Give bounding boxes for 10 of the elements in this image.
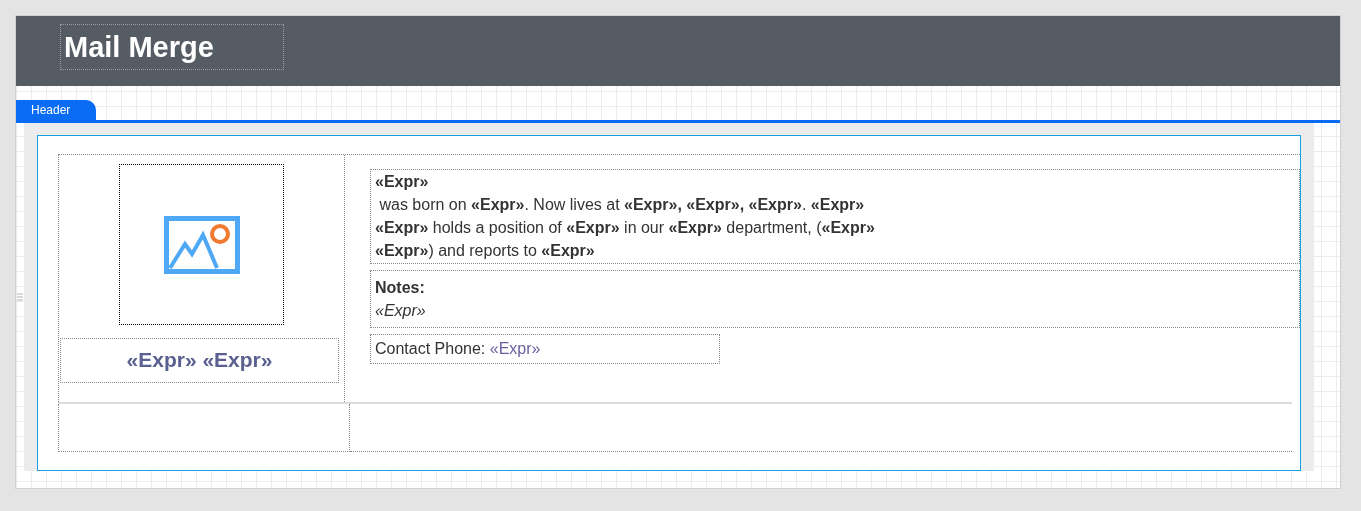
report-title: Mail Merge: [60, 24, 284, 70]
photo-caption: «Expr» «Expr»: [60, 338, 339, 383]
notes-label: Notes:: [375, 278, 426, 298]
image-icon: [163, 215, 240, 274]
employee-bio: «Expr» was born on «Expr». Now lives at «Expr», «Expr», «Expr». «Expr» «Expr» holds a position of «Expr» in our «Expr» department, («Expr» «Expr») and reports to «Expr»: [370, 169, 1300, 264]
band-tab[interactable]: Header: [16, 100, 96, 120]
notes-value: «Expr»: [375, 301, 427, 321]
image-placeholder[interactable]: [119, 164, 284, 325]
contact-phone: Contact Phone: «Expr»: [370, 334, 720, 364]
grip-icon[interactable]: [17, 293, 23, 301]
